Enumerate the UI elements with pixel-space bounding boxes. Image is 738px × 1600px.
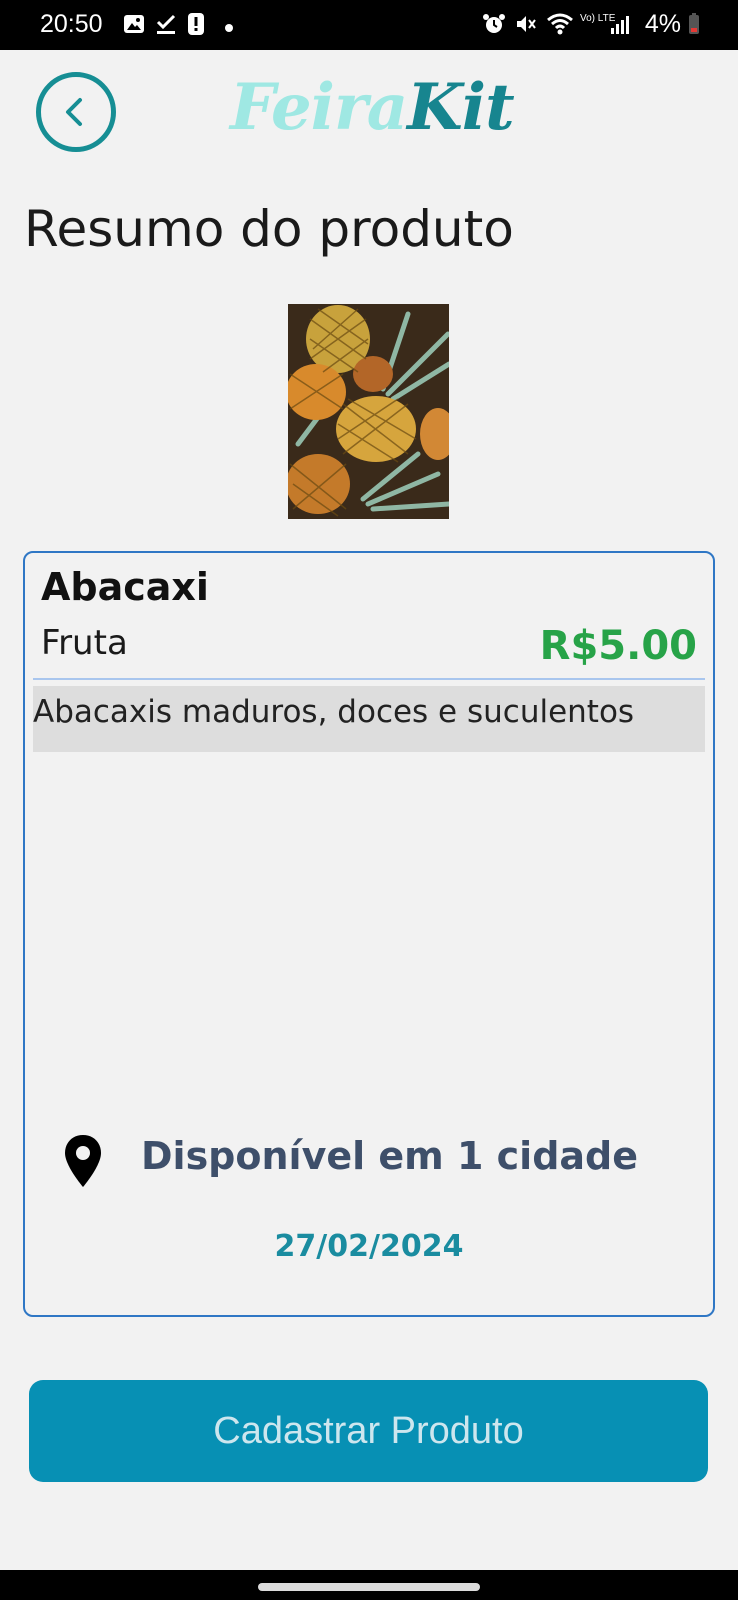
product-category: Fruta [41, 623, 128, 663]
home-gesture-handle[interactable] [258, 1583, 480, 1591]
signal-icon [610, 12, 630, 41]
product-description: Abacaxis maduros, doces e suculentos [33, 694, 635, 730]
logo-part-feira: Feira [230, 70, 408, 145]
logo-part-kit: Kit [407, 70, 514, 145]
location-pin-icon [63, 1133, 103, 1189]
chevron-left-icon [66, 98, 82, 126]
product-price: R$5.00 [539, 623, 697, 669]
page-title: Resumo do produto [24, 200, 514, 258]
product-summary-card: Abacaxi Fruta R$5.00 Abacaxis maduros, d… [23, 551, 715, 1317]
product-date: 27/02/2024 [274, 1229, 464, 1264]
product-image [286, 304, 456, 519]
status-time: 20:50 [40, 10, 103, 38]
battery-text: 4% [644, 10, 682, 38]
alert-icon [186, 12, 206, 41]
register-product-button[interactable]: Cadastrar Produto [29, 1380, 708, 1482]
notification-dot-icon [224, 20, 234, 38]
app-logo: FeiraKit [230, 70, 515, 150]
battery-percent: 4% [645, 10, 700, 39]
download-done-icon [154, 12, 178, 41]
gallery-icon [122, 12, 146, 41]
description-field[interactable]: Abacaxis maduros, doces e suculentos [33, 686, 705, 752]
mute-icon [514, 12, 538, 41]
status-bar: 20:50 Vo) LTE 4% [0, 0, 738, 50]
availability-text: Disponível em 1 cidade [141, 1134, 639, 1178]
card-divider [33, 678, 705, 680]
product-name: Abacaxi [41, 565, 209, 609]
alarm-icon [482, 12, 506, 41]
battery-icon [689, 13, 699, 34]
back-button[interactable] [36, 72, 116, 152]
wifi-icon [546, 12, 574, 41]
